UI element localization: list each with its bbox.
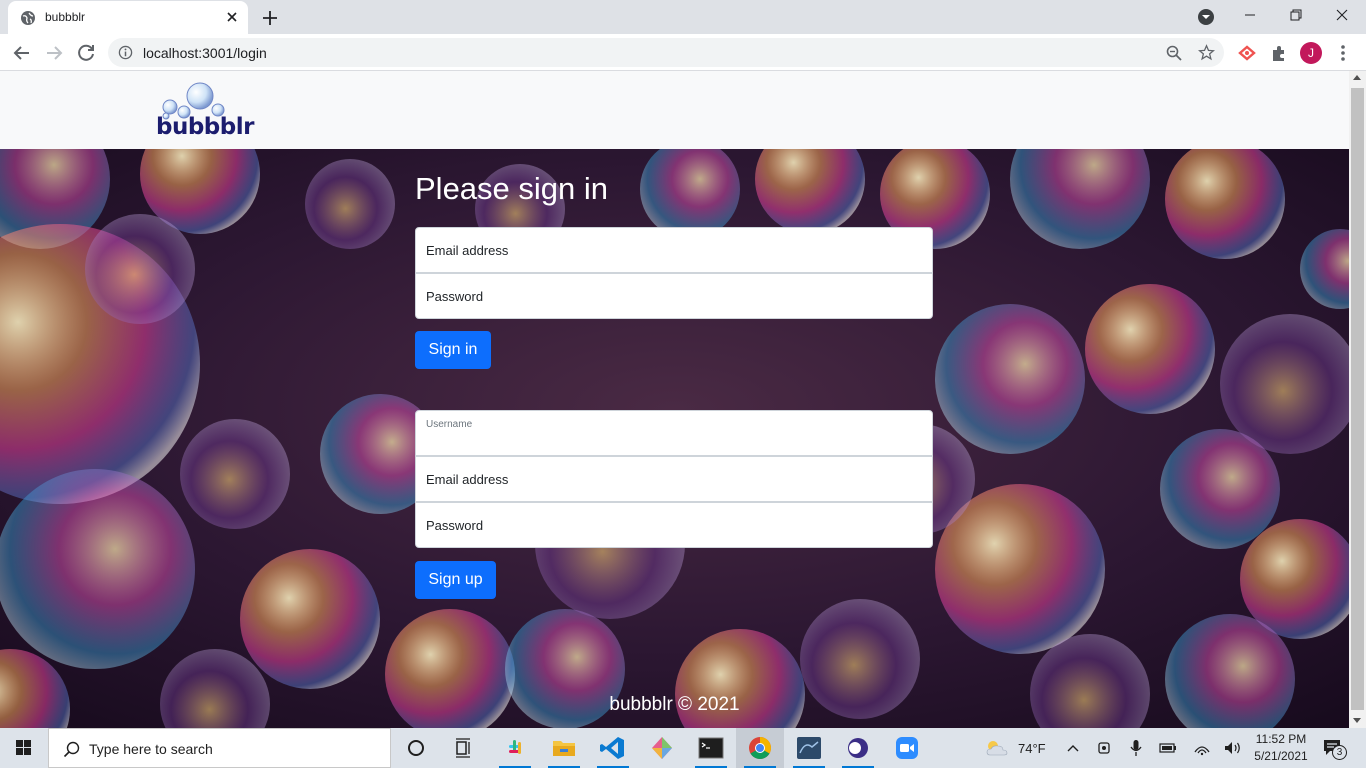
taskbar-mysql-workbench[interactable] — [785, 728, 833, 768]
taskbar-app-purple[interactable] — [834, 728, 882, 768]
taskbar-search-box[interactable]: Type here to search — [48, 728, 391, 768]
site-info-icon[interactable] — [118, 45, 133, 60]
purple-moon-icon — [848, 738, 868, 758]
task-view-button[interactable] — [440, 728, 488, 768]
zoom-video-icon — [896, 737, 918, 759]
task-view-icon — [456, 738, 470, 758]
cortana-button[interactable] — [392, 728, 440, 768]
folder-icon — [553, 741, 575, 756]
weather-cloud-icon[interactable] — [984, 738, 1010, 758]
database-app-icon — [797, 737, 821, 759]
login-hero: Please sign in Email address Password Si… — [0, 149, 1349, 728]
extensions-puzzle-icon[interactable] — [1270, 44, 1288, 62]
battery-icon[interactable] — [1159, 741, 1177, 755]
more-menu-icon[interactable] — [1334, 43, 1352, 63]
tab-search-icon[interactable] — [1196, 7, 1216, 27]
page-footer: bubbblr © 2021 — [609, 694, 740, 715]
taskbar-terminal[interactable] — [687, 728, 735, 768]
taskbar-chrome[interactable] — [736, 728, 784, 768]
page-viewport: bubbblr Please sign in Email address Pas… — [0, 71, 1349, 728]
vscode-icon — [600, 737, 624, 759]
weather-temp[interactable]: 74°F — [1018, 741, 1046, 756]
globe-icon — [21, 11, 35, 25]
start-button[interactable] — [0, 728, 48, 768]
taskbar-file-explorer[interactable] — [540, 728, 588, 768]
windows-taskbar: Type here to search 74°F 11:52 PM 5/21/2… — [0, 728, 1366, 768]
scrollbar-thumb[interactable] — [1351, 88, 1364, 710]
taskbar-slack[interactable] — [491, 728, 539, 768]
brand-logo[interactable]: bubbblr — [156, 81, 256, 141]
signin-email-placeholder: Email address — [426, 243, 509, 258]
page-scrollbar[interactable] — [1349, 71, 1366, 728]
slack-icon — [509, 740, 521, 754]
search-placeholder: Type here to search — [89, 741, 213, 757]
tab-title: bubbblr — [45, 10, 86, 24]
signin-heading: Please sign in — [415, 171, 609, 206]
signup-email-input[interactable]: Email address — [415, 456, 933, 502]
clock-time: 11:52 PM — [1255, 732, 1307, 746]
signin-password-input[interactable]: Password — [415, 273, 933, 319]
notification-count-badge: 3 — [1332, 745, 1347, 760]
tab-strip: bubbblr — [0, 0, 1366, 34]
extension-red-arrow-icon[interactable] — [1238, 44, 1256, 62]
meet-now-icon[interactable] — [1096, 740, 1112, 756]
scroll-down-icon[interactable] — [1353, 718, 1361, 723]
close-window-button[interactable] — [1319, 0, 1365, 30]
taskbar-zoom[interactable] — [883, 728, 931, 768]
signin-password-placeholder: Password — [426, 289, 484, 304]
address-bar[interactable]: localhost:3001/login — [108, 38, 1224, 67]
close-window-icon — [1336, 9, 1348, 21]
restore-button[interactable] — [1273, 0, 1319, 30]
signup-username-input[interactable]: Username — [415, 410, 933, 456]
scroll-up-icon[interactable] — [1353, 75, 1361, 80]
browser-tab[interactable]: bubbblr — [8, 1, 248, 34]
search-icon — [63, 741, 80, 758]
signup-password-placeholder: Password — [426, 518, 484, 533]
terminal-icon — [698, 737, 724, 759]
chrome-icon — [749, 737, 771, 759]
profile-avatar[interactable]: J — [1300, 42, 1322, 64]
signup-username-label: Username — [426, 419, 473, 430]
new-tab-icon[interactable] — [258, 6, 282, 30]
microphone-icon[interactable] — [1129, 739, 1143, 757]
taskbar-vscode[interactable] — [589, 728, 637, 768]
minimize-button[interactable] — [1227, 0, 1273, 30]
clock-date: 5/21/2021 — [1254, 749, 1308, 763]
sign-in-button[interactable]: Sign in — [415, 331, 491, 369]
bookmark-star-icon[interactable] — [1198, 44, 1215, 61]
diamond-app-icon — [652, 737, 672, 759]
restore-icon — [1290, 9, 1302, 21]
windows-logo-icon — [16, 740, 31, 755]
taskbar-gitkraken[interactable] — [638, 728, 686, 768]
back-arrow-icon[interactable] — [9, 40, 35, 66]
sign-up-button[interactable]: Sign up — [415, 561, 496, 599]
signup-email-placeholder: Email address — [426, 472, 509, 487]
chevron-up-icon[interactable] — [1066, 742, 1080, 754]
site-navbar: bubbblr — [0, 71, 1349, 149]
forward-arrow-icon[interactable] — [41, 40, 67, 66]
volume-icon[interactable] — [1223, 740, 1243, 756]
notification-center-button[interactable]: 3 — [1322, 738, 1348, 760]
reload-icon[interactable] — [73, 40, 99, 66]
browser-toolbar: localhost:3001/login J — [0, 34, 1366, 71]
minimize-icon — [1245, 14, 1255, 16]
signin-email-input[interactable]: Email address — [415, 227, 933, 273]
close-tab-icon[interactable] — [222, 7, 242, 27]
brand-wordmark: bubbblr — [156, 114, 254, 140]
wifi-icon[interactable] — [1193, 740, 1211, 756]
taskbar-clock[interactable]: 11:52 PM 5/21/2021 — [1246, 731, 1316, 765]
url-text: localhost:3001/login — [143, 45, 267, 61]
signup-password-input[interactable]: Password — [415, 502, 933, 548]
cortana-circle-icon — [408, 740, 424, 756]
zoom-icon[interactable] — [1166, 45, 1182, 61]
